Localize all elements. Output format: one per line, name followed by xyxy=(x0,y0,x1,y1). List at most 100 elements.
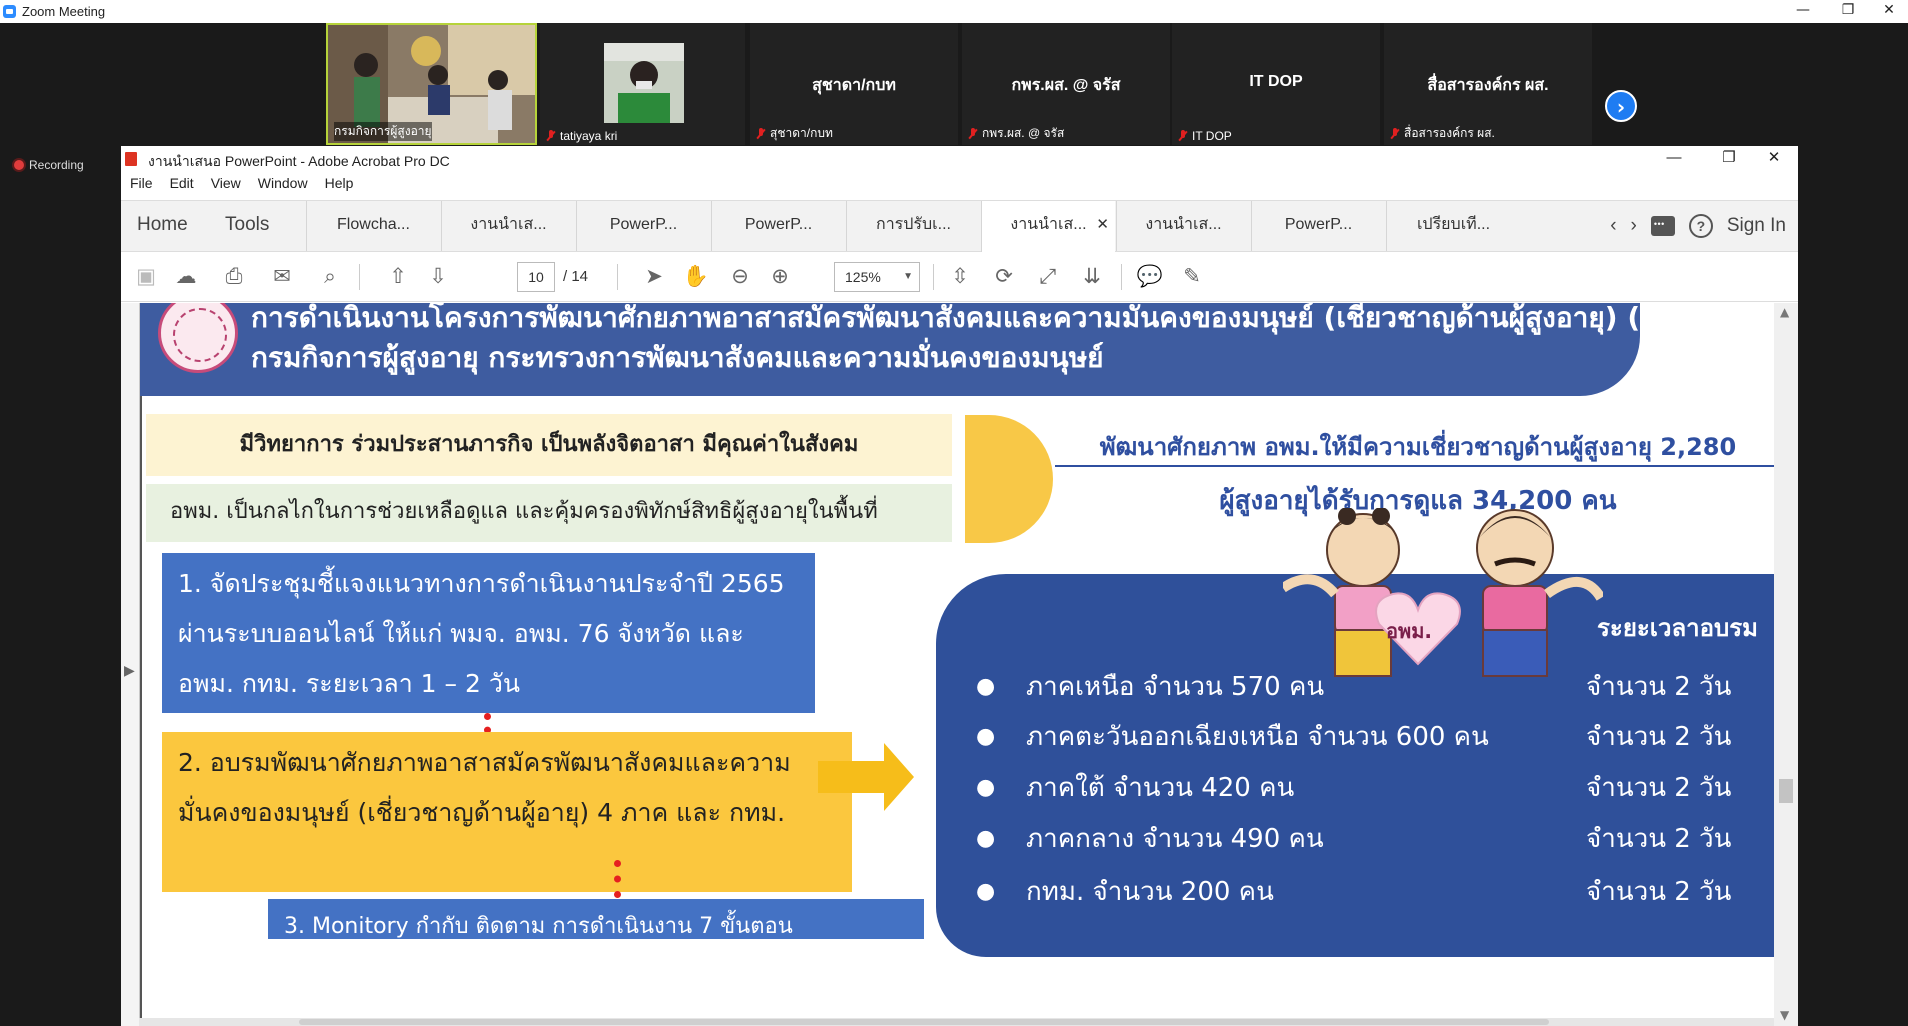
comment-icon[interactable]: 💬 xyxy=(1135,262,1165,292)
recording-indicator: Recording xyxy=(14,158,84,172)
comment-icon[interactable] xyxy=(1650,216,1675,236)
hand-tool-icon[interactable]: ✋ xyxy=(681,262,711,292)
page-number-input[interactable]: 10 xyxy=(517,262,555,292)
mic-muted-icon xyxy=(756,127,766,140)
participant-name: IT DOP xyxy=(1178,129,1232,143)
help-icon[interactable]: ? xyxy=(1688,214,1713,238)
tab-tools[interactable]: Tools xyxy=(225,201,269,251)
participant-display-name: สื่อสารองค์กร ผส. xyxy=(1427,77,1549,94)
left-panel-handle[interactable]: ▶ xyxy=(121,303,139,1026)
scrollbar-thumb[interactable] xyxy=(1779,779,1793,803)
minimize-icon[interactable]: — xyxy=(1651,146,1697,172)
acrobat-window-title: งานนำเสนอ PowerPoint - Adobe Acrobat Pro… xyxy=(148,153,450,169)
region-row: ● ภาคกลาง จำนวน 490 คน จำนวน 2 วัน xyxy=(976,818,1756,860)
search-icon[interactable]: ⌕ xyxy=(315,262,345,292)
zoom-out-icon[interactable]: ⊖ xyxy=(725,262,755,292)
menu-window[interactable]: Window xyxy=(249,172,316,194)
region-row: ● กทม. จำนวน 200 คน จำนวน 2 วัน xyxy=(976,871,1756,913)
menu-view[interactable]: View xyxy=(202,172,249,194)
duration-header: ระยะเวลาอบรม xyxy=(1597,614,1758,642)
yellow-half-circle xyxy=(965,415,1053,543)
menu-file[interactable]: File xyxy=(121,172,161,194)
upload-cloud-icon[interactable]: ☁ xyxy=(171,262,201,292)
doc-tab[interactable]: งานนำเส... xyxy=(1116,201,1250,251)
chevron-right-icon[interactable]: › xyxy=(1631,215,1637,237)
participant-tile-2[interactable]: tatiyaya kri xyxy=(540,23,745,145)
doc-tab[interactable]: PowerP... xyxy=(1251,201,1385,251)
fit-page-icon[interactable]: ⇳ xyxy=(945,262,975,292)
participant-tile-3[interactable]: สุชาดา/กบท สุชาดา/กบท xyxy=(750,23,958,145)
chevron-down-icon[interactable]: ▼ xyxy=(1780,1008,1789,1022)
zoom-level-select[interactable]: 125% ▼ xyxy=(834,262,920,292)
close-icon[interactable]: ✕ xyxy=(1751,146,1797,172)
doc-tab[interactable]: PowerP... xyxy=(576,201,710,251)
acrobat-window: งานนำเสนอ PowerPoint - Adobe Acrobat Pro… xyxy=(121,146,1798,1026)
doc-tab[interactable]: PowerP... xyxy=(711,201,845,251)
region-row: ● ภาคใต้ จำนวน 420 คน จำนวน 2 วัน xyxy=(976,767,1756,809)
mic-muted-icon xyxy=(1178,130,1188,142)
menu-edit[interactable]: Edit xyxy=(161,172,202,194)
select-cursor-icon[interactable]: ➤ xyxy=(639,262,669,292)
region-label: ภาคกลาง จำนวน 490 คน xyxy=(1026,824,1324,854)
chevron-up-icon[interactable]: ▲ xyxy=(1780,305,1789,319)
doc-tab-active[interactable]: งานนำเส... ✕ xyxy=(981,201,1115,252)
mic-muted-icon xyxy=(968,127,978,140)
participant-tile-4[interactable]: กพร.ผส. @ จรัส กพร.ผส. @ จรัส xyxy=(962,23,1170,145)
bullet-icon: ● xyxy=(976,674,996,699)
dotted-connector xyxy=(614,860,621,898)
highlight-pen-icon[interactable]: ✎ xyxy=(1177,262,1207,292)
sign-in-button[interactable]: Sign In xyxy=(1727,215,1786,237)
tab-home[interactable]: Home xyxy=(137,201,188,251)
minimize-icon[interactable]: — xyxy=(1780,0,1826,23)
doc-tab[interactable]: งานนำเส... xyxy=(441,201,575,251)
scrollbar-thumb[interactable] xyxy=(299,1019,1549,1025)
zoom-app-icon xyxy=(3,5,16,18)
toolbar-separator xyxy=(617,264,618,290)
print-icon[interactable]: ⎙ xyxy=(219,262,249,292)
close-icon[interactable]: ✕ xyxy=(1870,0,1908,23)
region-label: กทม. จำนวน 200 คน xyxy=(1026,877,1274,907)
banner-title-line2: กรมกิจการผู้สูงอายุ กระทรวงการพัฒนาสังคม… xyxy=(251,341,1104,374)
page-down-icon[interactable]: ⇩ xyxy=(423,262,453,292)
slide-page: การดำเนินงานโครงการพัฒนาศักยภาพอาสาสมัคร… xyxy=(140,303,1776,1026)
record-dot-icon xyxy=(14,160,24,170)
fullscreen-icon[interactable]: ⤢ xyxy=(1033,262,1063,292)
target-heading: พัฒนาศักยภาพ อพม.ให้มีความเชี่ยวชาญด้านผ… xyxy=(1099,433,1737,461)
bullet-icon: ● xyxy=(976,826,996,851)
participant-tile-6[interactable]: สื่อสารองค์กร ผส. สื่อสารองค์กร ผส. xyxy=(1384,23,1592,145)
page-total: / 14 xyxy=(563,268,589,285)
department-seal-logo xyxy=(158,303,238,373)
doc-tab[interactable]: Flowcha... xyxy=(306,201,440,251)
chevron-right-icon[interactable]: › xyxy=(1605,90,1637,122)
page-up-icon[interactable]: ⇧ xyxy=(383,262,413,292)
document-area[interactable]: ▶ การดำเนินงานโครงการพัฒนาศักยภาพอาสาสมั… xyxy=(121,303,1798,1026)
doc-tab[interactable]: เปรียบเที... xyxy=(1386,201,1520,251)
bullet-icon: ● xyxy=(976,775,996,800)
mail-icon[interactable]: ✉ xyxy=(267,262,297,292)
tab-close-icon[interactable]: ✕ xyxy=(1096,201,1109,249)
toolbar-separator xyxy=(933,264,934,290)
participant-tile-5[interactable]: IT DOP IT DOP xyxy=(1172,23,1380,145)
horizontal-scrollbar[interactable] xyxy=(139,1018,1774,1026)
doc-tab[interactable]: การปรับเ... xyxy=(846,201,980,251)
restore-icon[interactable]: ❐ xyxy=(1706,146,1752,172)
toolbar-separator xyxy=(359,264,360,290)
chevron-left-icon[interactable]: ‹ xyxy=(1610,215,1616,237)
tabbar-right-tools: ‹ › ? Sign In xyxy=(1610,201,1786,251)
slide-left-rule xyxy=(140,396,142,1026)
pdf-file-icon xyxy=(125,152,137,166)
slide-banner: การดำเนินงานโครงการพัฒนาศักยภาพอาสาสมัคร… xyxy=(140,303,1726,396)
chevron-right-icon[interactable]: ▶ xyxy=(124,663,135,679)
zoom-titlebar: Zoom Meeting — ❐ ✕ xyxy=(0,0,1908,23)
doc-tab-label: งานนำเส... xyxy=(1010,216,1087,233)
zoom-in-icon[interactable]: ⊕ xyxy=(765,262,795,292)
step-3-box: 3. Monitory กำกับ ติดตาม การดำเนินงาน 7 … xyxy=(268,899,924,939)
vertical-scrollbar[interactable]: ▲ ▼ xyxy=(1774,303,1798,1026)
participant-tile-1[interactable]: กรมกิจการผู้สูงอายุ xyxy=(326,23,537,145)
scroll-mode-icon[interactable]: ⇊ xyxy=(1077,262,1107,292)
restore-icon[interactable]: ❐ xyxy=(1825,0,1871,23)
participant-name: tatiyaya kri xyxy=(546,129,617,143)
rotate-icon[interactable]: ⟳ xyxy=(989,262,1019,292)
menu-help[interactable]: Help xyxy=(316,172,362,194)
save-icon[interactable]: ▣ xyxy=(131,262,161,292)
